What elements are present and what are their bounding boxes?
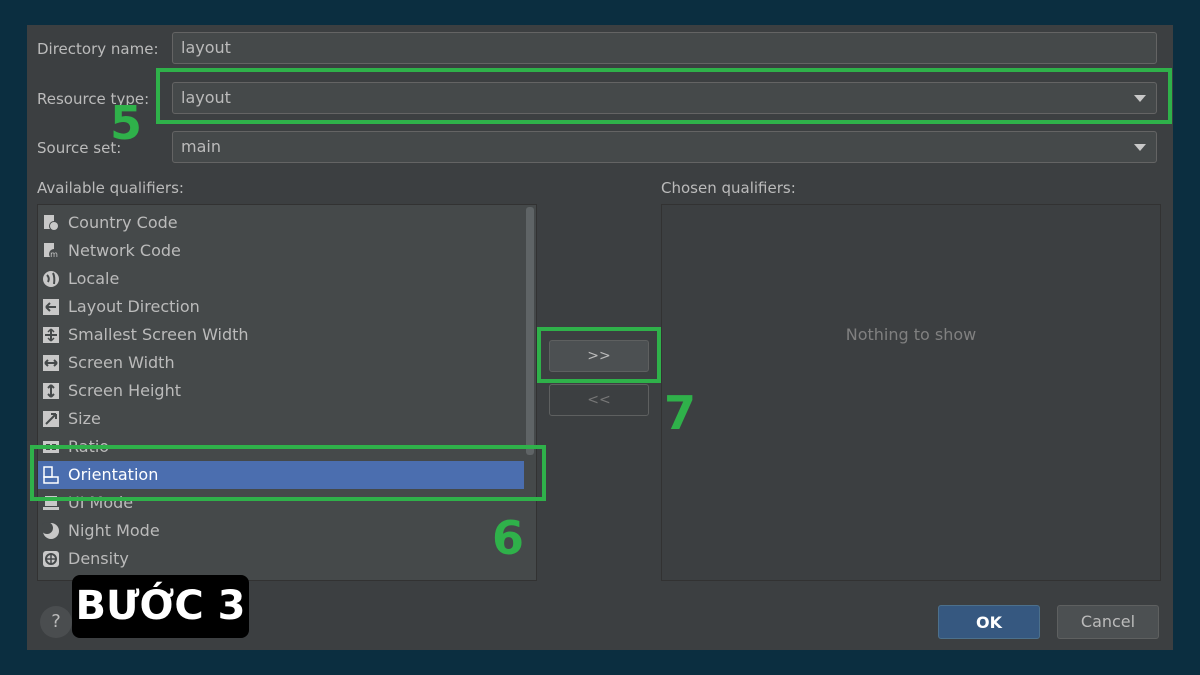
list-item-label: Network Code <box>68 241 181 260</box>
directory-name-label: Directory name: <box>37 40 159 58</box>
ok-button[interactable]: OK <box>938 605 1040 639</box>
list-item-screen-width[interactable]: Screen Width <box>38 349 536 377</box>
available-qualifiers-list[interactable]: Country Code m Network Code Locale Layou… <box>37 204 537 581</box>
cancel-button[interactable]: Cancel <box>1057 605 1159 639</box>
chevron-down-icon <box>1134 144 1146 151</box>
step-number-6: 6 <box>492 511 525 565</box>
list-item-density[interactable]: Density <box>38 545 536 573</box>
step-tag: BƯỚC 3 <box>72 575 249 638</box>
screen-width-icon <box>42 354 60 372</box>
size-icon <box>42 410 60 428</box>
list-item-label: Density <box>68 549 129 568</box>
empty-state-text: Nothing to show <box>845 325 977 344</box>
svg-text:m: m <box>50 250 58 259</box>
list-item-label: Smallest Screen Width <box>68 325 249 344</box>
list-item-screen-height[interactable]: Screen Height <box>38 377 536 405</box>
highlight-box-resource-type <box>156 68 1172 124</box>
list-item-network-code[interactable]: m Network Code <box>38 237 536 265</box>
list-item-locale[interactable]: Locale <box>38 265 536 293</box>
source-set-label: Source set: <box>37 139 122 157</box>
smallest-width-icon <box>42 326 60 344</box>
list-item-country-code[interactable]: Country Code <box>38 209 536 237</box>
list-item-label: Night Mode <box>68 521 160 540</box>
list-item-label: Screen Height <box>68 381 181 400</box>
chosen-qualifiers-list[interactable]: Nothing to show <box>661 204 1161 581</box>
highlight-box-orientation <box>30 445 546 501</box>
list-item-label: Layout Direction <box>68 297 200 316</box>
source-set-value: main <box>181 137 221 156</box>
step-number-7: 7 <box>664 386 697 440</box>
list-item-night-mode[interactable]: Night Mode <box>38 517 536 545</box>
available-qualifiers-label: Available qualifiers: <box>37 179 184 197</box>
country-code-icon <box>42 214 60 232</box>
directory-name-input[interactable]: layout <box>172 32 1157 64</box>
list-item-size[interactable]: Size <box>38 405 536 433</box>
screen-height-icon <box>42 382 60 400</box>
layout-direction-icon <box>42 298 60 316</box>
step-number-5: 5 <box>110 96 143 150</box>
list-item-label: Screen Width <box>68 353 175 372</box>
density-icon <box>42 550 60 568</box>
globe-icon <box>42 270 60 288</box>
highlight-box-add-button <box>537 327 661 383</box>
scrollbar-thumb[interactable] <box>526 207 534 455</box>
list-item-label: Country Code <box>68 213 178 232</box>
source-set-select[interactable]: main <box>172 131 1157 163</box>
list-item-smallest-screen-width[interactable]: Smallest Screen Width <box>38 321 536 349</box>
chosen-qualifiers-label: Chosen qualifiers: <box>661 179 796 197</box>
list-item-label: Size <box>68 409 101 428</box>
night-mode-icon <box>42 522 60 540</box>
list-item-label: Locale <box>68 269 120 288</box>
list-item-layout-direction[interactable]: Layout Direction <box>38 293 536 321</box>
network-code-icon: m <box>42 242 60 260</box>
remove-qualifier-button[interactable]: << <box>549 384 649 416</box>
help-button[interactable]: ? <box>40 606 72 638</box>
